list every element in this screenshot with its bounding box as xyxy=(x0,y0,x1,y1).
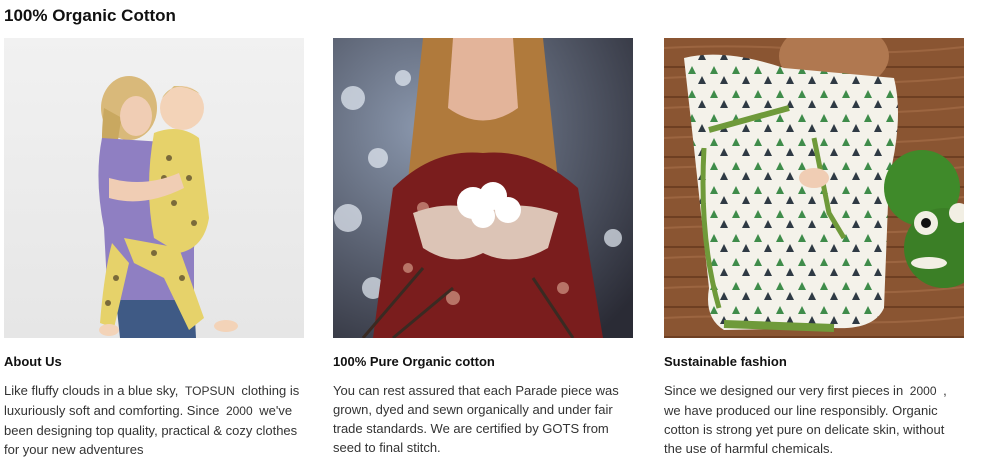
founding-year: 2000 xyxy=(909,384,937,398)
card-sustainable-fashion: Sustainable fashion Since we designed ou… xyxy=(664,38,964,458)
brand-name: TOPSUN xyxy=(185,384,235,398)
founding-year: 2000 xyxy=(225,404,253,418)
pure-organic-heading: 100% Pure Organic cotton xyxy=(333,354,495,369)
card-about-us: About Us Like fluffy clouds in a blue sk… xyxy=(4,38,304,459)
sustainable-heading: Sustainable fashion xyxy=(664,354,787,369)
cotton-field-photo[interactable] xyxy=(333,38,633,338)
about-us-heading: About Us xyxy=(4,354,62,369)
sustainable-description: Since we designed our very first pieces … xyxy=(664,383,947,456)
pure-organic-description: You can rest assured that each Parade pi… xyxy=(333,383,619,455)
about-us-description: Like fluffy clouds in a blue sky, TOPSUN… xyxy=(4,383,300,457)
section-title: 100% Organic Cotton xyxy=(4,6,176,25)
baby-gown-photo[interactable] xyxy=(664,38,964,338)
card-pure-organic-cotton: 100% Pure Organic cotton You can rest as… xyxy=(333,38,633,457)
about-us-photo[interactable] xyxy=(4,38,304,338)
